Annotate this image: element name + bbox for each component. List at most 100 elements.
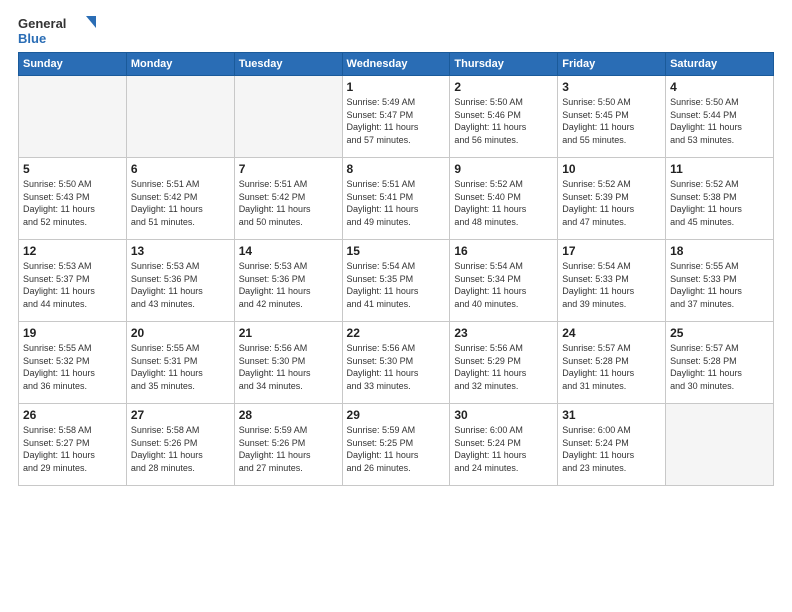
day-info: Sunrise: 6:00 AM Sunset: 5:24 PM Dayligh… — [454, 424, 553, 474]
calendar-cell: 26 Sunrise: 5:58 AM Sunset: 5:27 PM Dayli… — [19, 404, 127, 486]
calendar-cell: 23 Sunrise: 5:56 AM Sunset: 5:29 PM Dayli… — [450, 322, 558, 404]
week-row-5: 26 Sunrise: 5:58 AM Sunset: 5:27 PM Dayli… — [19, 404, 774, 486]
week-row-4: 19 Sunrise: 5:55 AM Sunset: 5:32 PM Dayli… — [19, 322, 774, 404]
weekday-header-tuesday: Tuesday — [234, 53, 342, 76]
day-number: 11 — [670, 162, 769, 176]
day-info: Sunrise: 5:54 AM Sunset: 5:33 PM Dayligh… — [562, 260, 661, 310]
week-row-1: 1 Sunrise: 5:49 AM Sunset: 5:47 PM Daylig… — [19, 76, 774, 158]
calendar-cell: 17 Sunrise: 5:54 AM Sunset: 5:33 PM Dayli… — [558, 240, 666, 322]
calendar-cell: 25 Sunrise: 5:57 AM Sunset: 5:28 PM Dayli… — [666, 322, 774, 404]
calendar-cell — [666, 404, 774, 486]
calendar-cell: 5 Sunrise: 5:50 AM Sunset: 5:43 PM Daylig… — [19, 158, 127, 240]
weekday-header-friday: Friday — [558, 53, 666, 76]
day-info: Sunrise: 5:51 AM Sunset: 5:42 PM Dayligh… — [239, 178, 338, 228]
day-number: 18 — [670, 244, 769, 258]
day-info: Sunrise: 5:54 AM Sunset: 5:34 PM Dayligh… — [454, 260, 553, 310]
day-info: Sunrise: 5:52 AM Sunset: 5:40 PM Dayligh… — [454, 178, 553, 228]
day-info: Sunrise: 5:51 AM Sunset: 5:42 PM Dayligh… — [131, 178, 230, 228]
calendar-cell: 20Sunrise: 5:55 AM Sunset: 5:31 PM Dayli… — [126, 322, 234, 404]
day-info: Sunrise: 5:58 AM Sunset: 5:27 PM Dayligh… — [23, 424, 122, 474]
day-info: Sunrise: 5:58 AM Sunset: 5:26 PM Dayligh… — [131, 424, 230, 474]
day-number: 8 — [347, 162, 446, 176]
day-number: 5 — [23, 162, 122, 176]
svg-text:General: General — [18, 16, 66, 31]
calendar-cell — [126, 76, 234, 158]
header: General Blue — [18, 14, 774, 48]
calendar-cell: 1 Sunrise: 5:49 AM Sunset: 5:47 PM Daylig… — [342, 76, 450, 158]
day-info: Sunrise: 5:51 AM Sunset: 5:41 PM Dayligh… — [347, 178, 446, 228]
day-info: Sunrise: 5:53 AM Sunset: 5:36 PM Dayligh… — [131, 260, 230, 310]
day-info: Sunrise: 5:52 AM Sunset: 5:39 PM Dayligh… — [562, 178, 661, 228]
day-info: Sunrise: 6:00 AM Sunset: 5:24 PM Dayligh… — [562, 424, 661, 474]
day-info: Sunrise: 5:55 AM Sunset: 5:31 PM Dayligh… — [131, 342, 230, 392]
day-number: 28 — [239, 408, 338, 422]
weekday-header-saturday: Saturday — [666, 53, 774, 76]
calendar-cell: 15 Sunrise: 5:54 AM Sunset: 5:35 PM Dayli… — [342, 240, 450, 322]
calendar-cell: 18Sunrise: 5:55 AM Sunset: 5:33 PM Dayli… — [666, 240, 774, 322]
day-number: 16 — [454, 244, 553, 258]
calendar-cell: 21Sunrise: 5:56 AM Sunset: 5:30 PM Dayli… — [234, 322, 342, 404]
day-number: 10 — [562, 162, 661, 176]
day-number: 13 — [131, 244, 230, 258]
day-number: 25 — [670, 326, 769, 340]
calendar-cell: 6 Sunrise: 5:51 AM Sunset: 5:42 PM Daylig… — [126, 158, 234, 240]
svg-text:Blue: Blue — [18, 31, 46, 46]
day-number: 19 — [23, 326, 122, 340]
day-info: Sunrise: 5:57 AM Sunset: 5:28 PM Dayligh… — [670, 342, 769, 392]
calendar-cell: 30Sunrise: 6:00 AM Sunset: 5:24 PM Dayli… — [450, 404, 558, 486]
day-number: 3 — [562, 80, 661, 94]
weekday-header-row: SundayMondayTuesdayWednesdayThursdayFrid… — [19, 53, 774, 76]
day-info: Sunrise: 5:59 AM Sunset: 5:26 PM Dayligh… — [239, 424, 338, 474]
calendar-table: SundayMondayTuesdayWednesdayThursdayFrid… — [18, 52, 774, 486]
day-number: 31 — [562, 408, 661, 422]
day-info: Sunrise: 5:56 AM Sunset: 5:30 PM Dayligh… — [347, 342, 446, 392]
day-info: Sunrise: 5:53 AM Sunset: 5:36 PM Dayligh… — [239, 260, 338, 310]
calendar-cell: 31 Sunrise: 6:00 AM Sunset: 5:24 PM Dayli… — [558, 404, 666, 486]
day-info: Sunrise: 5:53 AM Sunset: 5:37 PM Dayligh… — [23, 260, 122, 310]
day-number: 23 — [454, 326, 553, 340]
calendar-cell: 10 Sunrise: 5:52 AM Sunset: 5:39 PM Dayli… — [558, 158, 666, 240]
day-number: 21 — [239, 326, 338, 340]
day-info: Sunrise: 5:50 AM Sunset: 5:45 PM Dayligh… — [562, 96, 661, 146]
day-number: 26 — [23, 408, 122, 422]
page: General Blue SundayMondayTuesdayWednesda… — [0, 0, 792, 612]
day-info: Sunrise: 5:50 AM Sunset: 5:44 PM Dayligh… — [670, 96, 769, 146]
calendar-cell: 27 Sunrise: 5:58 AM Sunset: 5:26 PM Dayli… — [126, 404, 234, 486]
day-number: 14 — [239, 244, 338, 258]
calendar-cell: 13 Sunrise: 5:53 AM Sunset: 5:36 PM Dayli… — [126, 240, 234, 322]
day-info: Sunrise: 5:49 AM Sunset: 5:47 PM Dayligh… — [347, 96, 446, 146]
day-info: Sunrise: 5:56 AM Sunset: 5:29 PM Dayligh… — [454, 342, 553, 392]
calendar-cell: 11Sunrise: 5:52 AM Sunset: 5:38 PM Dayli… — [666, 158, 774, 240]
day-number: 17 — [562, 244, 661, 258]
calendar-cell: 7 Sunrise: 5:51 AM Sunset: 5:42 PM Daylig… — [234, 158, 342, 240]
calendar-cell: 12Sunrise: 5:53 AM Sunset: 5:37 PM Dayli… — [19, 240, 127, 322]
day-number: 1 — [347, 80, 446, 94]
day-number: 6 — [131, 162, 230, 176]
day-info: Sunrise: 5:57 AM Sunset: 5:28 PM Dayligh… — [562, 342, 661, 392]
calendar-cell: 9 Sunrise: 5:52 AM Sunset: 5:40 PM Daylig… — [450, 158, 558, 240]
weekday-header-monday: Monday — [126, 53, 234, 76]
day-number: 27 — [131, 408, 230, 422]
calendar-cell: 19 Sunrise: 5:55 AM Sunset: 5:32 PM Dayli… — [19, 322, 127, 404]
calendar-cell: 8 Sunrise: 5:51 AM Sunset: 5:41 PM Daylig… — [342, 158, 450, 240]
week-row-3: 12Sunrise: 5:53 AM Sunset: 5:37 PM Dayli… — [19, 240, 774, 322]
calendar-cell: 16 Sunrise: 5:54 AM Sunset: 5:34 PM Dayli… — [450, 240, 558, 322]
day-info: Sunrise: 5:54 AM Sunset: 5:35 PM Dayligh… — [347, 260, 446, 310]
calendar-cell — [234, 76, 342, 158]
calendar-cell: 22 Sunrise: 5:56 AM Sunset: 5:30 PM Dayli… — [342, 322, 450, 404]
day-number: 7 — [239, 162, 338, 176]
day-info: Sunrise: 5:50 AM Sunset: 5:43 PM Dayligh… — [23, 178, 122, 228]
day-number: 22 — [347, 326, 446, 340]
day-number: 2 — [454, 80, 553, 94]
day-number: 9 — [454, 162, 553, 176]
day-number: 29 — [347, 408, 446, 422]
calendar-cell: 4Sunrise: 5:50 AM Sunset: 5:44 PM Daylig… — [666, 76, 774, 158]
calendar-cell: 28 Sunrise: 5:59 AM Sunset: 5:26 PM Dayli… — [234, 404, 342, 486]
calendar-cell: 24Sunrise: 5:57 AM Sunset: 5:28 PM Dayli… — [558, 322, 666, 404]
week-row-2: 5 Sunrise: 5:50 AM Sunset: 5:43 PM Daylig… — [19, 158, 774, 240]
day-number: 15 — [347, 244, 446, 258]
calendar-cell: 29Sunrise: 5:59 AM Sunset: 5:25 PM Dayli… — [342, 404, 450, 486]
calendar-cell — [19, 76, 127, 158]
day-info: Sunrise: 5:50 AM Sunset: 5:46 PM Dayligh… — [454, 96, 553, 146]
day-info: Sunrise: 5:55 AM Sunset: 5:32 PM Dayligh… — [23, 342, 122, 392]
